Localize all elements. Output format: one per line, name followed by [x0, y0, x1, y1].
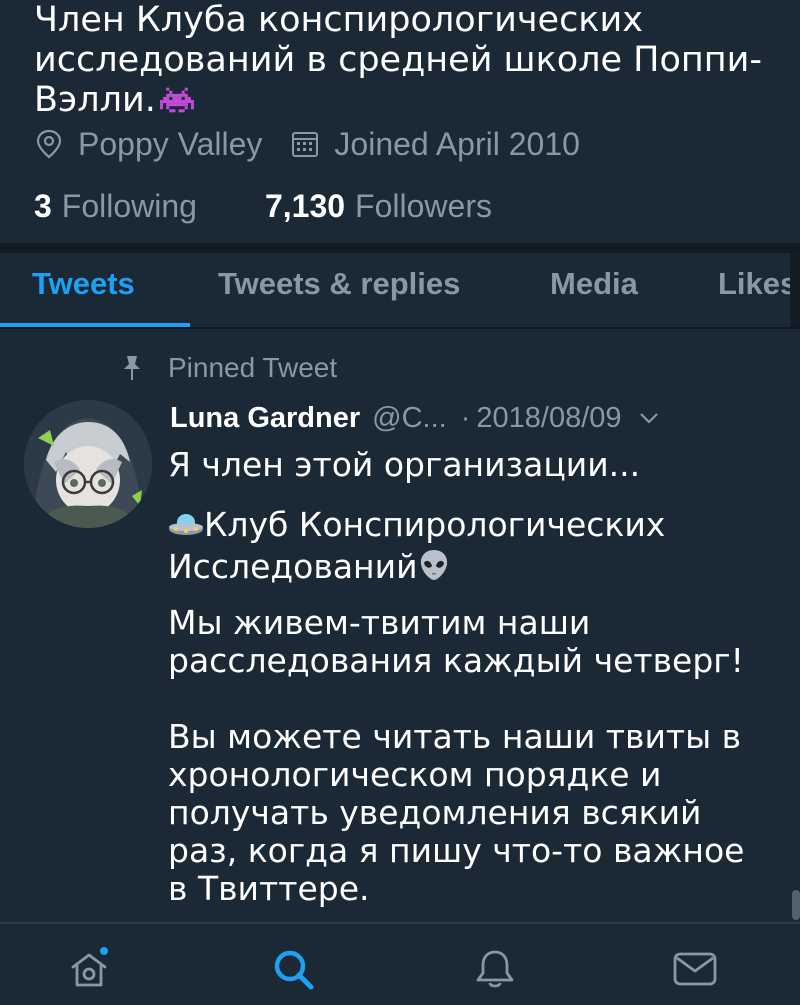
tweet-paragraph-3: Мы живем-твитим наши расследования кажды… — [168, 603, 744, 680]
tab-tweets-replies[interactable]: Tweets & replies — [218, 253, 460, 327]
pinned-indicator: Pinned Tweet — [118, 348, 337, 388]
author-handle[interactable]: @C... — [372, 402, 447, 435]
profile-meta: Poppy Valley Joined April 2010 — [34, 122, 580, 166]
search-icon — [271, 947, 315, 995]
separator-dot: · — [460, 401, 471, 434]
chevron-down-icon[interactable] — [638, 410, 660, 426]
profile-tabs: Tweets Tweets & replies Media Likes — [0, 253, 790, 327]
location-pin-icon — [34, 128, 64, 160]
bottom-nav — [0, 922, 800, 1005]
tab-likes[interactable]: Likes — [718, 253, 790, 327]
calendar-icon — [290, 129, 320, 159]
pin-icon — [118, 354, 146, 382]
tweet-header: Luna Gardner @C... · 2018/08/09 — [170, 395, 770, 441]
pinned-label: Pinned Tweet — [168, 352, 338, 383]
nav-notifications[interactable] — [470, 946, 520, 996]
tabs-scroll-edge — [790, 253, 800, 327]
section-divider — [0, 243, 800, 253]
nav-messages[interactable] — [670, 946, 720, 996]
bio-text: Член Клуба конспирологических исследован… — [34, 0, 763, 120]
profile-bio: Член Клуба конспирологических исследован… — [34, 0, 774, 124]
scrollbar[interactable] — [792, 890, 800, 920]
bell-icon — [473, 947, 517, 995]
nav-search[interactable] — [268, 946, 318, 996]
followers-link[interactable]: 7,130 Followers — [265, 188, 492, 225]
mail-icon — [672, 949, 718, 993]
profile-joined: Joined April 2010 — [334, 125, 580, 162]
space-invader-icon — [159, 84, 194, 124]
flying-saucer-icon — [168, 510, 204, 548]
followers-count: 7,130 — [264, 187, 346, 224]
alien-icon — [418, 548, 450, 590]
tweet-paragraph-1: Я член этой организации... — [168, 445, 641, 484]
tabs-border — [0, 327, 800, 329]
home-icon — [67, 947, 111, 995]
tweet-paragraph-4: Вы можете читать наши твиты в хронологич… — [168, 717, 745, 908]
profile-location: Poppy Valley — [78, 125, 263, 162]
author-name[interactable]: Luna Gardner — [170, 402, 360, 435]
followers-label: Followers — [355, 187, 492, 224]
tweet-date[interactable]: 2018/08/09 — [476, 402, 621, 435]
following-link[interactable]: 3 Following — [34, 188, 197, 225]
tab-media[interactable]: Media — [550, 253, 638, 327]
nav-home[interactable] — [64, 946, 114, 996]
tweet-paragraph-2: Клуб Конспирологических Исследований — [168, 506, 768, 590]
following-label: Following — [61, 187, 197, 224]
following-count: 3 — [34, 187, 52, 224]
tab-tweets[interactable]: Tweets — [32, 253, 135, 327]
profile-stats: 3 Following 7,130 Followers — [34, 184, 492, 228]
tweet-text: Я член этой организации... Клуб Конспиро… — [168, 446, 768, 908]
avatar[interactable] — [24, 400, 152, 528]
